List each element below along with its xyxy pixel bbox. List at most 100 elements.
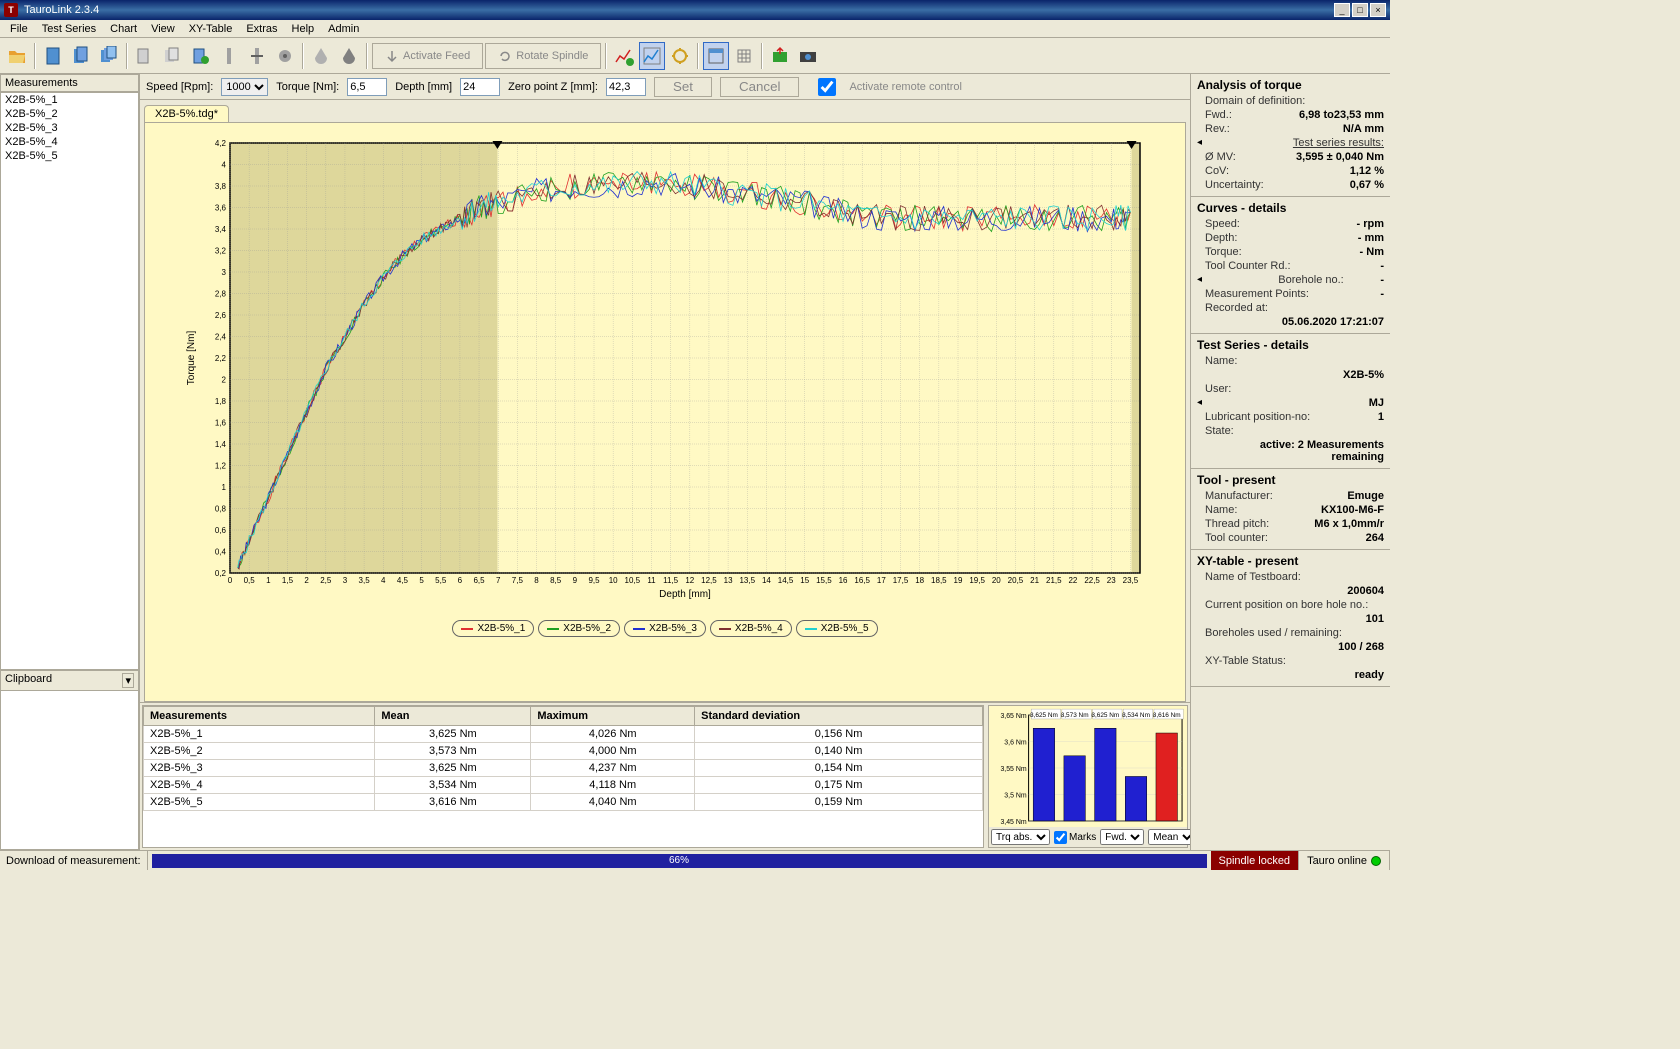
main-chart[interactable]: 00,511,522,533,544,555,566,577,588,599,5… <box>155 133 1175 613</box>
export-icon[interactable] <box>767 42 793 70</box>
set-button[interactable]: Set <box>654 77 712 97</box>
mini-bar-chart[interactable]: 3,45 Nm3,5 Nm3,55 Nm3,6 Nm3,65 Nm3,625 N… <box>989 706 1187 827</box>
chart-area[interactable]: 00,511,522,533,544,555,566,577,588,599,5… <box>144 122 1186 702</box>
svg-text:5,5: 5,5 <box>435 576 447 585</box>
svg-text:13,5: 13,5 <box>739 576 755 585</box>
trq-select[interactable]: Trq abs. <box>991 829 1050 845</box>
svg-text:2,8: 2,8 <box>215 290 227 299</box>
doc1-icon[interactable] <box>40 42 66 70</box>
svg-text:16: 16 <box>839 576 848 585</box>
legend-item[interactable]: X2B-5%_4 <box>710 620 792 637</box>
menu-file[interactable]: File <box>4 21 34 37</box>
collapse-icon[interactable]: ◂ <box>1197 137 1202 149</box>
table-row[interactable]: X2B-5%_13,625 Nm4,026 Nm0,156 Nm <box>144 726 983 743</box>
statusbar: Download of measurement: 66% Spindle loc… <box>0 850 1390 870</box>
activate-feed-button[interactable]: Activate Feed <box>372 43 483 69</box>
svg-text:1,8: 1,8 <box>215 397 227 406</box>
depth-input[interactable] <box>460 78 500 96</box>
file-tab[interactable]: X2B-5%.tdg* <box>144 105 229 122</box>
clipboard-header: Clipboard ▾ <box>1 671 138 691</box>
measurement-item[interactable]: X2B-5%_4 <box>1 135 138 149</box>
chart-add-icon[interactable] <box>611 42 637 70</box>
svg-text:22,5: 22,5 <box>1084 576 1100 585</box>
marks-checkbox[interactable] <box>1054 831 1067 844</box>
drop2-icon[interactable] <box>336 42 362 70</box>
svg-text:15: 15 <box>800 576 809 585</box>
minimize-button[interactable]: _ <box>1334 3 1350 17</box>
drop-icon[interactable] <box>308 42 334 70</box>
tool2-icon[interactable] <box>244 42 270 70</box>
svg-text:0,2: 0,2 <box>215 569 227 578</box>
tool1-icon[interactable] <box>216 42 242 70</box>
svg-text:3,5: 3,5 <box>359 576 371 585</box>
measurements-list: X2B-5%_1X2B-5%_2X2B-5%_3X2B-5%_4X2B-5%_5 <box>0 92 139 670</box>
torque-input[interactable] <box>347 78 387 96</box>
close-button[interactable]: × <box>1370 3 1386 17</box>
svg-text:0,4: 0,4 <box>215 548 227 557</box>
svg-text:3,6 Nm: 3,6 Nm <box>1004 739 1027 746</box>
app-title: TauroLink 2.3.4 <box>24 4 99 16</box>
svg-text:4,5: 4,5 <box>397 576 409 585</box>
svg-text:1,6: 1,6 <box>215 419 227 428</box>
chart-grid-icon[interactable] <box>639 42 665 70</box>
param-bar: Speed [Rpm]: 1000 Torque [Nm]: Depth [mm… <box>140 74 1190 100</box>
menu-help[interactable]: Help <box>286 21 321 37</box>
right-panel: Analysis of torque Domain of definition:… <box>1190 74 1390 850</box>
legend-item[interactable]: X2B-5%_1 <box>452 620 534 637</box>
window-icon[interactable] <box>703 42 729 70</box>
measurement-item[interactable]: X2B-5%_2 <box>1 107 138 121</box>
legend-item[interactable]: X2B-5%_3 <box>624 620 706 637</box>
grid-icon[interactable] <box>731 42 757 70</box>
measurement-item[interactable]: X2B-5%_5 <box>1 149 138 163</box>
table-row[interactable]: X2B-5%_53,616 Nm4,040 Nm0,159 Nm <box>144 794 983 811</box>
legend-item[interactable]: X2B-5%_2 <box>538 620 620 637</box>
svg-text:9: 9 <box>573 576 578 585</box>
measurement-item[interactable]: X2B-5%_3 <box>1 121 138 135</box>
zero-input[interactable] <box>606 78 646 96</box>
svg-text:19,5: 19,5 <box>969 576 985 585</box>
menu-chart[interactable]: Chart <box>104 21 143 37</box>
table-row[interactable]: X2B-5%_23,573 Nm4,000 Nm0,140 Nm <box>144 743 983 760</box>
doc3-icon[interactable] <box>96 42 122 70</box>
legend-item[interactable]: X2B-5%_5 <box>796 620 878 637</box>
menu-view[interactable]: View <box>145 21 181 37</box>
measurement-item[interactable]: X2B-5%_1 <box>1 93 138 107</box>
rotate-spindle-button[interactable]: Rotate Spindle <box>485 43 601 69</box>
svg-text:16,5: 16,5 <box>854 576 870 585</box>
copy3-icon[interactable] <box>188 42 214 70</box>
copy2-icon[interactable] <box>160 42 186 70</box>
menu-xy-table[interactable]: XY-Table <box>183 21 239 37</box>
collapse-icon[interactable]: ◂ <box>1197 274 1202 286</box>
doc2-icon[interactable] <box>68 42 94 70</box>
cancel-button[interactable]: Cancel <box>720 77 800 97</box>
table-row[interactable]: X2B-5%_33,625 Nm4,237 Nm0,154 Nm <box>144 760 983 777</box>
svg-text:12: 12 <box>685 576 694 585</box>
menu-test-series[interactable]: Test Series <box>36 21 102 37</box>
svg-text:1: 1 <box>222 483 227 492</box>
collapse-icon[interactable]: ◂ <box>1197 397 1202 409</box>
table-row[interactable]: X2B-5%_43,534 Nm4,118 Nm0,175 Nm <box>144 777 983 794</box>
svg-text:10,5: 10,5 <box>625 576 641 585</box>
titlebar: T TauroLink 2.3.4 _ □ × <box>0 0 1390 20</box>
menu-admin[interactable]: Admin <box>322 21 365 37</box>
open-icon[interactable] <box>4 42 30 70</box>
gear-icon[interactable] <box>272 42 298 70</box>
svg-text:13: 13 <box>724 576 733 585</box>
speed-select[interactable]: 1000 <box>221 78 268 96</box>
svg-text:22: 22 <box>1068 576 1077 585</box>
fwd-select[interactable]: Fwd. <box>1100 829 1144 845</box>
remote-checkbox[interactable] <box>807 78 847 96</box>
svg-text:Torque [Nm]: Torque [Nm] <box>186 331 197 386</box>
menu-extras[interactable]: Extras <box>240 21 283 37</box>
maximize-button[interactable]: □ <box>1352 3 1368 17</box>
svg-text:7,5: 7,5 <box>512 576 524 585</box>
svg-text:3,573 Nm: 3,573 Nm <box>1061 712 1089 719</box>
gear2-icon[interactable] <box>667 42 693 70</box>
dropdown-icon[interactable]: ▾ <box>122 673 134 688</box>
svg-text:2,5: 2,5 <box>320 576 332 585</box>
camera-icon[interactable] <box>795 42 821 70</box>
svg-text:15,5: 15,5 <box>816 576 832 585</box>
copy1-icon[interactable] <box>132 42 158 70</box>
xytable-header: XY-table - present <box>1197 554 1384 568</box>
curves-header: Curves - details <box>1197 201 1384 215</box>
